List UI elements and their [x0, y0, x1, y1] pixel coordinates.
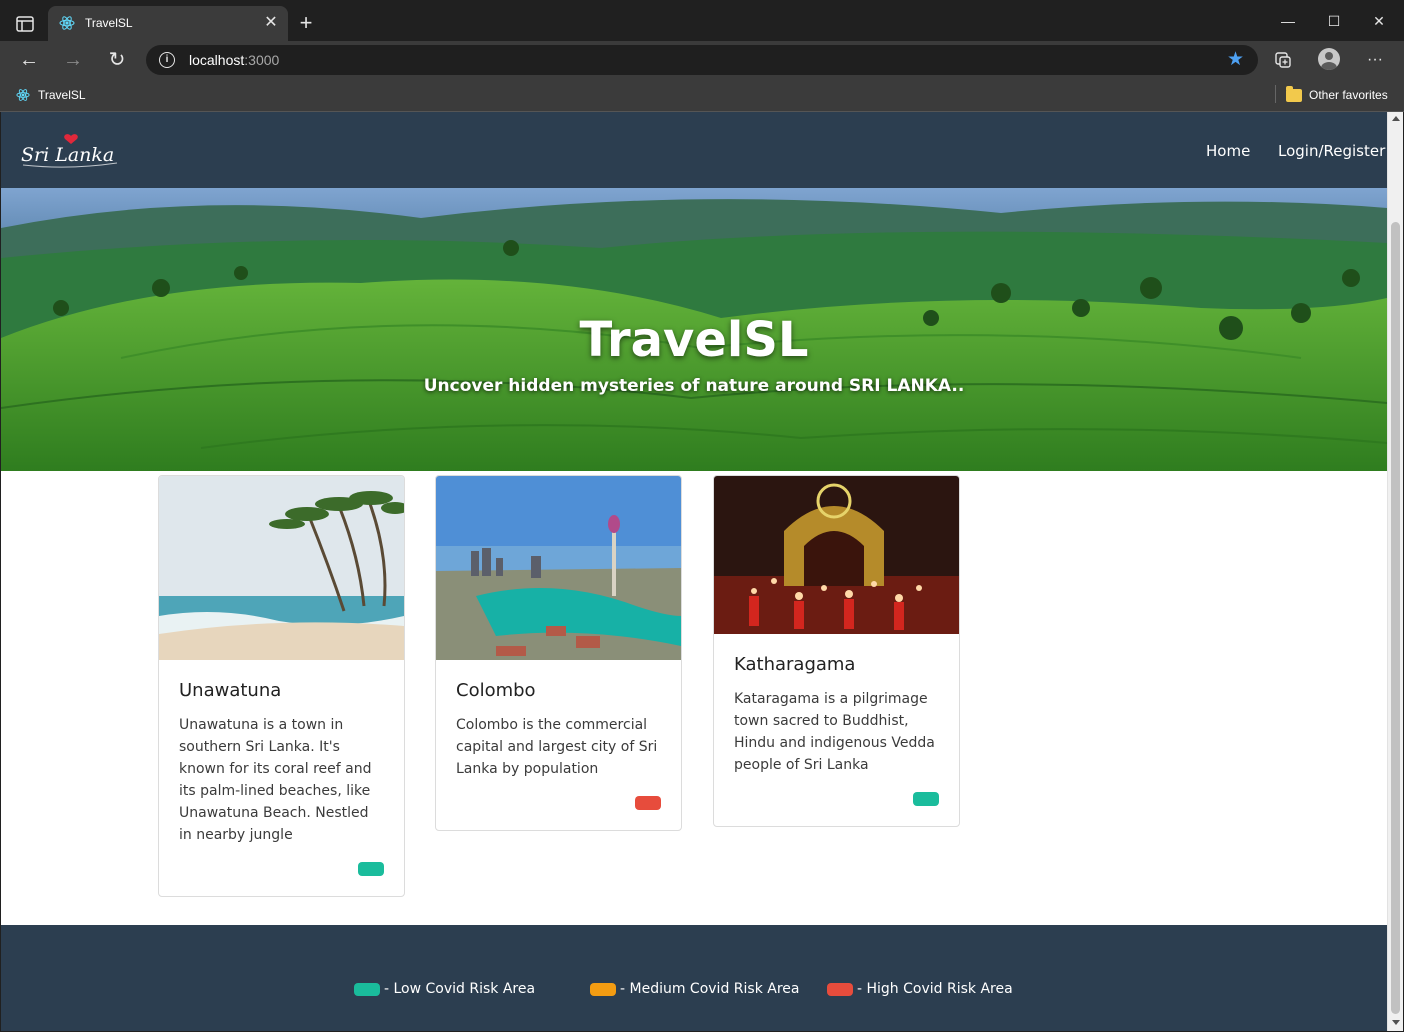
city-skyline-image: [436, 476, 681, 660]
tab-actions-icon[interactable]: [14, 14, 36, 34]
scrollbar-thumb[interactable]: [1391, 222, 1400, 1014]
bookmark-label: TravelSL: [38, 88, 86, 102]
back-icon[interactable]: ←: [16, 47, 42, 73]
page-viewport: Sri Lanka Home Login/Register TravelSL U…: [1, 112, 1387, 1031]
more-menu-icon[interactable]: ···: [1362, 47, 1388, 73]
react-icon: [59, 15, 75, 31]
refresh-icon[interactable]: ↻: [104, 47, 130, 73]
site-navbar: Sri Lanka Home Login/Register: [1, 112, 1387, 188]
card-title: Katharagama: [734, 654, 856, 675]
page-scrollbar[interactable]: [1387, 112, 1403, 1031]
other-favorites-folder[interactable]: Other favorites: [1286, 85, 1388, 104]
site-info-icon[interactable]: i: [159, 52, 175, 68]
low-risk-badge: [358, 862, 384, 876]
legend-label: - Medium Covid Risk Area: [620, 981, 800, 997]
tab-title: TravelSL: [85, 16, 133, 30]
tab-strip: TravelSL ✕ + — ☐ ✕: [0, 0, 1404, 41]
low-risk-badge: [913, 792, 939, 806]
card-description: Kataragama is a pilgrimage town sacred t…: [734, 691, 935, 773]
browser-toolbar: ← → ↻ i localhost:3000 ★ ···: [0, 41, 1404, 79]
browser-tab[interactable]: TravelSL ✕: [48, 6, 288, 41]
card-title: Colombo: [456, 680, 536, 701]
bookmarks-divider: [1275, 85, 1276, 103]
minimize-icon[interactable]: —: [1272, 8, 1304, 34]
card-description: Unawatuna is a town in southern Sri Lank…: [179, 717, 372, 843]
legend-low-risk: - Low Covid Risk Area: [354, 981, 535, 997]
scroll-up-arrow-icon[interactable]: [1392, 116, 1400, 121]
react-icon: [16, 89, 30, 101]
other-favorites-label: Other favorites: [1309, 88, 1388, 102]
collections-icon[interactable]: [1270, 47, 1296, 73]
site-footer: - Low Covid Risk Area - Medium Covid Ris…: [1, 925, 1387, 1031]
close-tab-icon[interactable]: ✕: [262, 14, 280, 32]
svg-text:Sri Lanka: Sri Lanka: [21, 144, 114, 166]
high-risk-badge: [635, 796, 661, 810]
legend-label: - Low Covid Risk Area: [384, 981, 536, 997]
nav-login-register-link[interactable]: Login/Register: [1278, 142, 1385, 160]
medium-risk-swatch: [590, 982, 616, 996]
card-description: Colombo is the commercial capital and la…: [456, 717, 658, 777]
nav-home-link[interactable]: Home: [1206, 142, 1250, 160]
legend-medium-risk: - Medium Covid Risk Area: [590, 981, 799, 997]
new-tab-icon[interactable]: +: [294, 12, 318, 36]
url-text[interactable]: localhost:3000: [189, 52, 279, 68]
festival-fire-dance-image: [714, 476, 959, 634]
folder-icon: [1286, 85, 1302, 102]
forward-icon[interactable]: →: [60, 47, 86, 73]
card-title: Unawatuna: [179, 680, 282, 701]
hero-title: TravelSL: [579, 312, 809, 368]
destination-card-colombo[interactable]: Colombo Colombo is the commercial capita…: [435, 475, 682, 831]
address-bar[interactable]: i localhost:3000 ★: [146, 45, 1258, 75]
legend-high-risk: - High Covid Risk Area: [827, 981, 1013, 997]
legend-label: - High Covid Risk Area: [857, 981, 1013, 997]
browser-chrome: TravelSL ✕ + — ☐ ✕ ← → ↻ i localhost:300…: [0, 0, 1404, 112]
destination-card-unawatuna[interactable]: Unawatuna Unawatuna is a town in souther…: [158, 475, 405, 897]
high-risk-swatch: [827, 982, 853, 996]
favorite-star-icon[interactable]: ★: [1227, 48, 1244, 71]
hero-subtitle: Uncover hidden mysteries of nature aroun…: [423, 376, 965, 396]
sri-lanka-logo[interactable]: Sri Lanka: [19, 132, 119, 172]
destination-card-katharagama[interactable]: Katharagama Kataragama is a pilgrimage t…: [713, 475, 960, 827]
close-window-icon[interactable]: ✕: [1363, 8, 1395, 34]
beach-palms-image: [159, 476, 404, 660]
bookmark-travelsl[interactable]: TravelSL: [16, 86, 86, 104]
maximize-icon[interactable]: ☐: [1318, 8, 1350, 34]
hero-banner: TravelSL Uncover hidden mysteries of nat…: [1, 188, 1387, 471]
scroll-down-arrow-icon[interactable]: [1392, 1020, 1400, 1025]
low-risk-swatch: [354, 982, 380, 996]
profile-avatar-icon[interactable]: [1318, 48, 1340, 70]
bookmarks-bar: TravelSL Other favorites: [0, 79, 1404, 112]
